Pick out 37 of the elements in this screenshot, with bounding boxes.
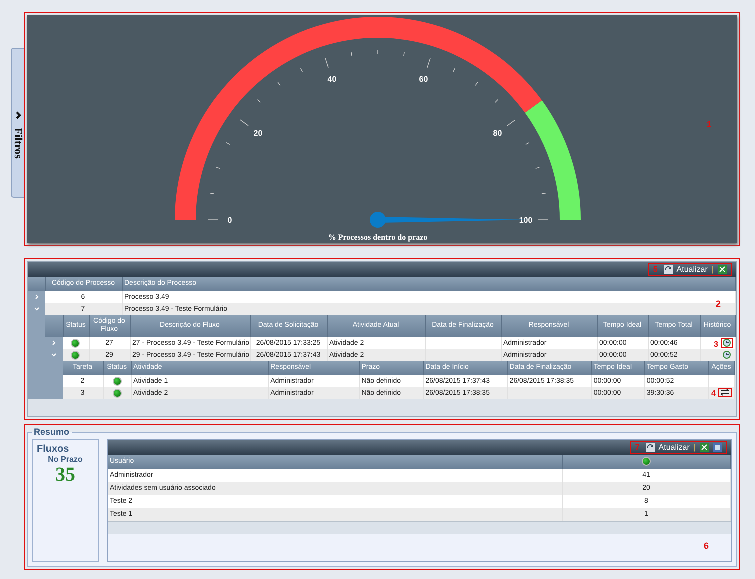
filters-tab[interactable]: Filtros [11,48,24,198]
chevron-down-icon[interactable] [34,306,40,312]
card-title: Fluxos [37,444,70,455]
spreadsheet-icon[interactable] [700,443,709,452]
annotation-marker: 6 [704,541,709,551]
toolbar-separator: | [712,265,714,274]
column-header [45,315,63,337]
card-value: 35 [54,464,76,487]
annotation-marker: 4 [712,389,716,398]
annotation-marker: 1 [707,120,712,129]
toolbar-separator: | [694,443,696,452]
annotation-marker: 7 [635,443,640,452]
document-icon[interactable] [713,443,722,452]
card-subtitle: No Prazo [47,455,84,464]
transfer-button[interactable] [718,388,732,397]
refresh-icon [646,443,655,452]
history-button[interactable] [720,350,732,360]
annotation-marker: 5 [653,265,658,274]
refresh-button[interactable]: Atualizar [658,443,690,452]
filters-label: Filtros [12,128,24,159]
gauge-title: % Processos dentro do prazo [328,233,428,242]
gauge-tick-label: 100 [519,216,533,225]
gauge-tick-label: 0 [228,216,232,225]
gauge-tick-label: 40 [328,75,337,84]
gauge-tick-label: 20 [254,129,263,138]
refresh-button[interactable]: Atualizar [676,265,708,274]
summary-legend: Resumo [32,427,72,437]
column-header [28,277,45,291]
chevron-down-icon[interactable] [51,352,57,358]
refresh-icon [664,265,673,274]
chevron-right-icon[interactable] [14,111,22,120]
gauge-tick-label: 80 [493,129,502,138]
history-button[interactable] [720,338,732,348]
annotation-marker: 3 [714,340,718,348]
gauge-tick-label: 60 [419,75,428,84]
status-icon [642,457,651,466]
spreadsheet-icon[interactable] [718,265,727,274]
